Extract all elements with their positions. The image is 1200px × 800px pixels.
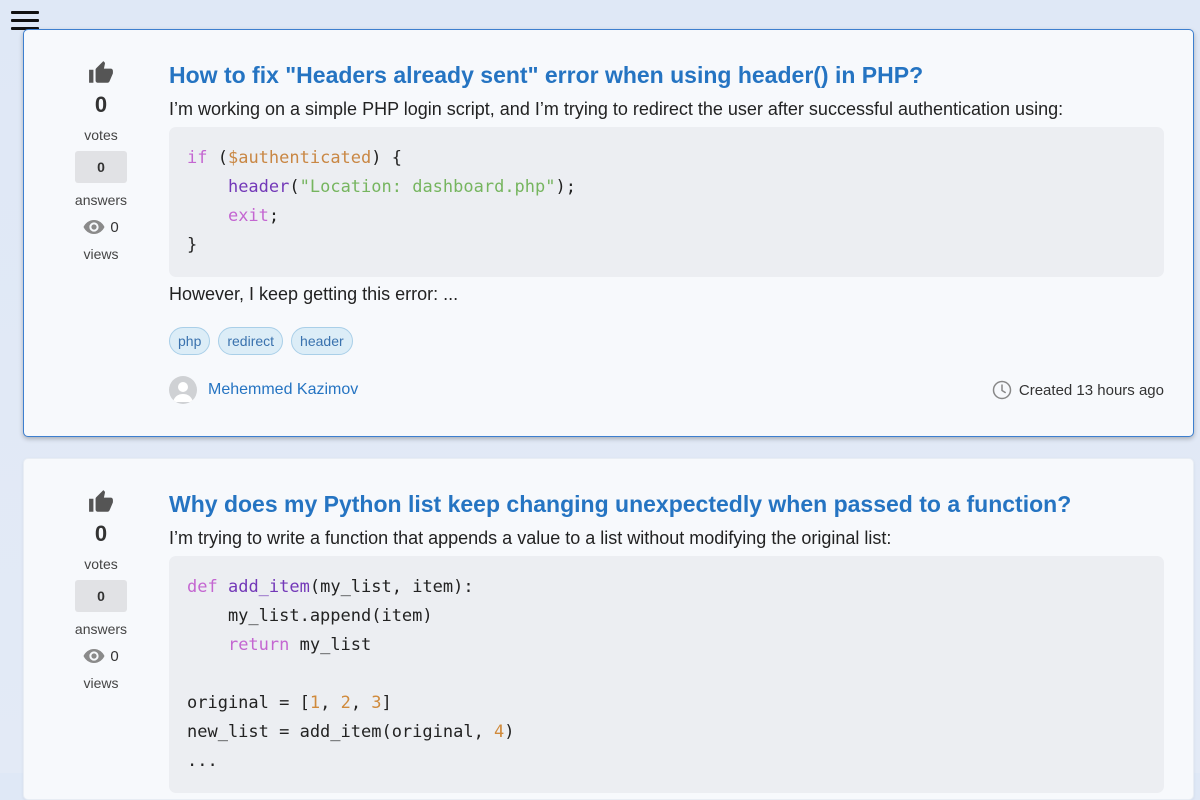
code-token: (my_list, item):: [309, 577, 474, 597]
author: Mehemmed Kazimov: [169, 376, 358, 404]
answer-count: 0: [75, 151, 127, 183]
question-excerpt-continued: However, I keep getting this error: ...: [169, 284, 459, 304]
code-token: 2: [340, 693, 351, 713]
code-token: ...: [187, 751, 218, 771]
vote-count: 0: [94, 521, 108, 546]
question-excerpt: I’m working on a simple PHP login script…: [169, 99, 1064, 119]
code-token: }: [187, 235, 198, 255]
hamburger-menu-icon[interactable]: [11, 11, 39, 31]
code-token: exit: [227, 206, 269, 226]
question-title[interactable]: How to fix "Headers already sent" error …: [169, 60, 1164, 90]
answers-label: answers: [74, 192, 128, 208]
code-line: ...: [187, 747, 1146, 776]
question-title[interactable]: Why does my Python list keep changing un…: [169, 489, 1164, 519]
code-token: 1: [309, 693, 321, 713]
thumbs-up-icon[interactable]: [88, 489, 114, 515]
code-token: ,: [320, 693, 341, 713]
views-row: 0: [64, 217, 138, 237]
question-stats: 0 votes 0 answers 0 views: [64, 489, 138, 691]
clock-icon: [992, 380, 1012, 400]
code-token: (: [207, 148, 228, 168]
views-row: 0: [64, 646, 138, 666]
user-avatar-icon[interactable]: [169, 376, 197, 404]
answers-label: answers: [74, 621, 128, 637]
code-line: }: [187, 231, 1146, 260]
question-content: How to fix "Headers already sent" error …: [169, 60, 1164, 405]
view-count: 0: [110, 647, 119, 665]
code-line: header("Location: dashboard.php");: [187, 173, 1146, 202]
thumbs-up-icon[interactable]: [88, 60, 114, 86]
votes-label: votes: [84, 556, 118, 572]
code-token: add_item: [227, 577, 310, 597]
code-token: ): [504, 722, 515, 742]
code-line: new_list = add_item(original, 4): [187, 718, 1146, 747]
question-card: 0 votes 0 answers 0 views How to fix "He…: [23, 29, 1194, 437]
author-name[interactable]: Mehemmed Kazimov: [208, 381, 358, 399]
code-token: header: [227, 177, 290, 197]
code-token: (: [289, 177, 300, 197]
code-token: ,: [350, 693, 372, 713]
code-token: new_list = add_item(original,: [187, 722, 495, 742]
tag-list: php redirect header: [169, 327, 1164, 355]
code-line: original = [1, 2, 3]: [187, 689, 1146, 718]
question-stats: 0 votes 0 answers 0 views: [64, 60, 138, 262]
tag-header[interactable]: header: [291, 327, 353, 355]
code-token: ]: [381, 693, 392, 713]
question-meta: Mehemmed Kazimov Created 13 hours ago: [169, 375, 1164, 405]
tag-redirect[interactable]: redirect: [218, 327, 284, 355]
code-token: my_list: [289, 635, 372, 655]
code-block: if ($authenticated) { header("Location: …: [169, 127, 1164, 277]
code-line: return my_list: [187, 631, 1146, 660]
code-token: if: [187, 148, 208, 168]
created-time: Created 13 hours ago: [992, 380, 1164, 400]
views-label: views: [83, 675, 119, 691]
code-token: my_list.append(item): [187, 606, 433, 626]
code-token: return: [227, 635, 290, 655]
code-token: 3: [371, 693, 382, 713]
code-token: );: [555, 177, 576, 197]
created-label: Created 13 hours ago: [1018, 381, 1164, 399]
code-token: original = [: [187, 693, 310, 713]
code-token: $authenticated: [227, 148, 372, 168]
answer-count: 0: [75, 580, 127, 612]
code-token: 4: [494, 722, 505, 742]
views-label: views: [83, 246, 119, 262]
code-token: ;: [268, 206, 280, 226]
code-line: my_list.append(item): [187, 602, 1146, 631]
code-token: "Location: dashboard.php": [299, 177, 556, 197]
tag-php[interactable]: php: [169, 327, 211, 355]
vote-count: 0: [94, 92, 108, 117]
eye-icon: [83, 220, 105, 234]
code-block: def add_item(my_list, item): my_list.app…: [169, 556, 1164, 793]
code-token: def: [187, 577, 218, 597]
code-line: def add_item(my_list, item):: [187, 573, 1146, 602]
code-token: ) {: [371, 148, 402, 168]
eye-icon: [83, 649, 105, 663]
code-line: if ($authenticated) {: [187, 144, 1146, 173]
question-content: Why does my Python list keep changing un…: [169, 489, 1164, 793]
question-card: 0 votes 0 answers 0 views Why does my Py…: [23, 458, 1194, 800]
votes-label: votes: [84, 127, 118, 143]
question-excerpt: I’m trying to write a function that appe…: [169, 528, 892, 548]
code-line: exit;: [187, 202, 1146, 231]
view-count: 0: [110, 218, 119, 236]
